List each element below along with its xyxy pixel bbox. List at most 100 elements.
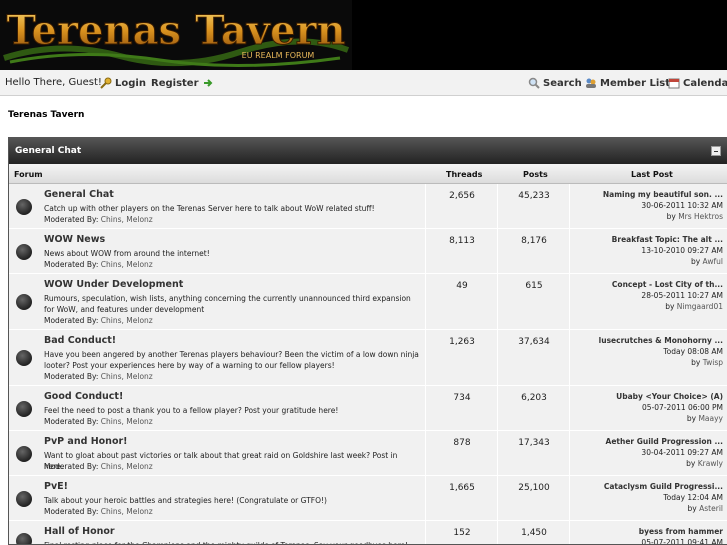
forum-row: PvP and Honor! Want to gloat about past … <box>9 431 727 476</box>
forum-description: Final resting place for the Champions an… <box>44 540 419 544</box>
forum-status-icon <box>16 533 32 544</box>
member-list-label: Member List <box>600 77 671 89</box>
thread-count: 1,665 <box>449 483 475 493</box>
forum-title[interactable]: Hall of Honor <box>44 526 115 537</box>
last-post-title[interactable]: Cataclysm Guild Progressi... <box>573 481 723 492</box>
last-post-title[interactable]: lusecrutches & Monohorny ... <box>573 335 723 346</box>
forum-title[interactable]: Good Conduct! <box>44 391 123 402</box>
last-post-author[interactable]: Twisp <box>703 358 723 367</box>
posts-cell: 615 <box>498 274 570 329</box>
last-post-date: 30-06-2011 10:32 AM <box>641 201 723 210</box>
search-link[interactable]: Search <box>528 77 582 89</box>
login-link[interactable]: Login <box>100 77 146 89</box>
key-icon <box>100 77 112 89</box>
last-post-title[interactable]: Breakfast Topic: The alt ... <box>573 234 723 245</box>
last-post-author[interactable]: Asteril <box>699 504 723 513</box>
forum-list: General Chat Catch up with other players… <box>9 184 727 545</box>
moderated-by-label: Moderated By: <box>44 316 99 325</box>
by-label: by <box>666 212 676 221</box>
last-post-author[interactable]: Maayy <box>698 414 723 423</box>
posts-cell: 37,634 <box>498 330 570 385</box>
forum-status-icon <box>16 350 32 366</box>
last-post-author[interactable]: Krawly <box>698 459 723 468</box>
forum-description: News about WOW from around the internet! <box>44 249 210 258</box>
forum-title[interactable]: PvP and Honor! <box>44 436 128 447</box>
forum-status-icon <box>16 294 32 310</box>
moderator-names[interactable]: Chins, Melonz <box>101 215 153 224</box>
forum-row: WOW News News about WOW from around the … <box>9 229 727 274</box>
moderator-names[interactable]: Chins, Melonz <box>101 507 153 516</box>
forum-title[interactable]: WOW News <box>44 234 105 245</box>
last-post-title[interactable]: Ubaby <Your Choice> (A) <box>573 391 723 402</box>
last-post-title[interactable]: Concept - Lost City of th... <box>573 279 723 290</box>
post-count: 17,343 <box>518 438 550 448</box>
last-post-info: Aether Guild Progression ... 30-04-2011 … <box>573 436 723 469</box>
site-logo[interactable]: Terenas Tavern EU REALM FORUM <box>0 0 352 70</box>
thread-count: 734 <box>453 393 471 403</box>
post-count: 45,233 <box>518 191 550 201</box>
register-label: Register <box>151 77 199 89</box>
post-count: 37,634 <box>518 337 550 347</box>
register-link[interactable]: Register <box>151 77 214 89</box>
forum-title[interactable]: Bad Conduct! <box>44 335 116 346</box>
moderator-names[interactable]: Chins, Melonz <box>101 260 153 269</box>
last-post-author[interactable]: Nimgaard01 <box>677 302 723 311</box>
last-post-author[interactable]: Mrs Hektros <box>678 212 723 221</box>
last-post-title[interactable]: Aether Guild Progression ... <box>573 436 723 447</box>
by-label: by <box>665 302 675 311</box>
last-post-author[interactable]: Awful <box>703 257 723 266</box>
calendar-link[interactable]: Calendar <box>668 77 727 89</box>
moderator-names[interactable]: Chins, Melonz <box>101 417 153 426</box>
forum-description: Rumours, speculation, wish lists, anythi… <box>44 294 411 314</box>
forum-title[interactable]: PvE! <box>44 481 68 492</box>
forum-moderators: Moderated By: Chins, Melonz <box>44 462 153 471</box>
last-post-date: 05-07-2011 09:41 AM <box>641 538 723 545</box>
breadcrumb[interactable]: Terenas Tavern <box>8 110 84 120</box>
forum-description: Have you been angered by another Terenas… <box>44 350 419 370</box>
forum-title[interactable]: General Chat <box>44 189 114 200</box>
members-icon <box>586 78 596 88</box>
forum-cell: PvE! Talk about your heroic battles and … <box>9 476 426 520</box>
column-posts: Posts <box>523 170 548 179</box>
column-header-row: Forum Threads Posts Last Post <box>9 164 727 184</box>
forum-description: Feel the need to post a thank you to a f… <box>44 406 339 415</box>
posts-cell: 8,176 <box>498 229 570 273</box>
threads-cell: 8,113 <box>426 229 498 273</box>
member-list-link[interactable]: Member List <box>585 77 670 89</box>
login-label: Login <box>115 77 146 89</box>
posts-cell: 17,343 <box>498 431 570 475</box>
arrow-right-icon <box>203 79 212 87</box>
last-post-cell: Breakfast Topic: The alt ... 13-10-2010 … <box>570 229 727 273</box>
last-post-title[interactable]: Naming my beautiful son. ... <box>573 189 723 200</box>
moderator-names[interactable]: Chins, Melonz <box>101 316 153 325</box>
by-label: by <box>691 358 701 367</box>
last-post-info: byess from hammer 05-07-2011 09:41 AM <box>573 526 723 545</box>
thread-count: 878 <box>453 438 471 448</box>
forum-cell: Hall of Honor Final resting place for th… <box>9 521 426 544</box>
last-post-date: Today 08:08 AM <box>663 347 723 356</box>
last-post-date: 28-05-2011 10:27 AM <box>641 291 723 300</box>
last-post-cell: Ubaby <Your Choice> (A) 05-07-2011 06:00… <box>570 386 727 430</box>
collapse-icon[interactable] <box>711 146 721 156</box>
moderator-names[interactable]: Chins, Melonz <box>101 372 153 381</box>
last-post-info: Naming my beautiful son. ... 30-06-2011 … <box>573 189 723 222</box>
moderated-by-label: Moderated By: <box>44 462 99 471</box>
forum-title[interactable]: WOW Under Development <box>44 279 183 290</box>
forum-cell: PvP and Honor! Want to gloat about past … <box>9 431 426 475</box>
forum-moderators: Moderated By: Chins, Melonz <box>44 417 153 426</box>
last-post-info: Concept - Lost City of th... 28-05-2011 … <box>573 279 723 312</box>
forum-row: General Chat Catch up with other players… <box>9 184 727 229</box>
last-post-info: lusecrutches & Monohorny ... Today 08:08… <box>573 335 723 368</box>
moderator-names[interactable]: Chins, Melonz <box>101 462 153 471</box>
last-post-date: 30-04-2011 09:27 AM <box>641 448 723 457</box>
threads-cell: 1,263 <box>426 330 498 385</box>
last-post-title[interactable]: byess from hammer <box>573 526 723 537</box>
forum-status-icon <box>16 491 32 507</box>
moderated-by-label: Moderated By: <box>44 215 99 224</box>
last-post-date: Today 12:04 AM <box>663 493 723 502</box>
category-title[interactable]: General Chat <box>15 146 81 156</box>
forum-cell: Bad Conduct! Have you been angered by an… <box>9 330 426 385</box>
post-count: 8,176 <box>521 236 547 246</box>
column-last-post: Last Post <box>631 170 673 179</box>
last-post-info: Ubaby <Your Choice> (A) 05-07-2011 06:00… <box>573 391 723 424</box>
